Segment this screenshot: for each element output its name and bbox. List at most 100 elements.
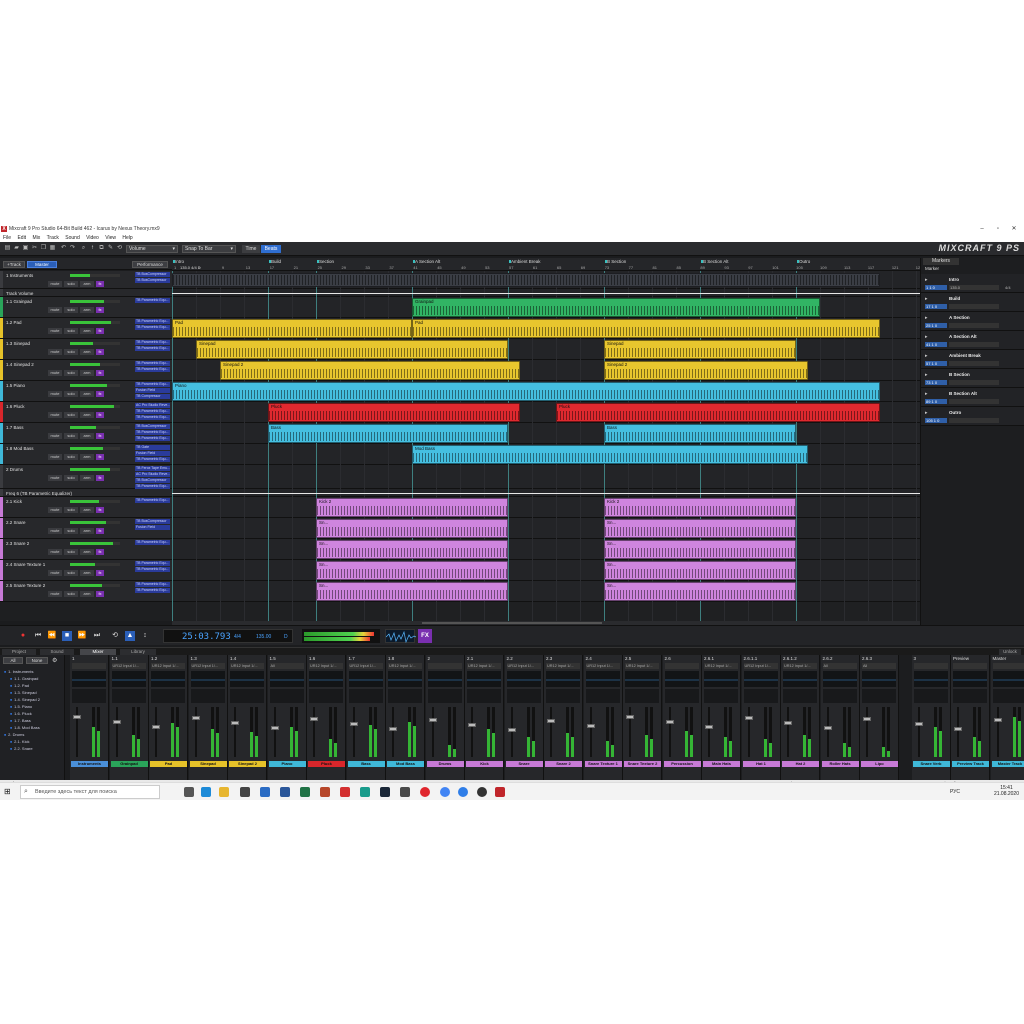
- marker-tempo[interactable]: [949, 399, 999, 404]
- audio-clip[interactable]: Sinepad 2: [604, 361, 808, 380]
- track-fx-button[interactable]: fx: [96, 391, 104, 397]
- audio-clip[interactable]: Piano: [172, 382, 880, 401]
- record-icon[interactable]: ●: [18, 631, 28, 641]
- fx-slots[interactable]: [467, 689, 501, 703]
- menu-help[interactable]: Help: [122, 235, 132, 241]
- mixer-tree-item[interactable]: 2.1. Kick: [10, 739, 29, 745]
- fader-knob[interactable]: [705, 725, 713, 729]
- solo-button[interactable]: solo: [64, 349, 78, 355]
- fx-slot[interactable]: TB Parametric Equ...: [135, 582, 170, 587]
- mixer-tree-item[interactable]: 1.6. Pluck: [10, 711, 32, 717]
- app-icon[interactable]: [458, 787, 468, 797]
- arm-button[interactable]: arm: [80, 349, 94, 355]
- solo-button[interactable]: solo: [64, 412, 78, 418]
- mute-button[interactable]: mute: [48, 328, 62, 334]
- mixer-tree-item[interactable]: 1.5. Piano: [10, 704, 32, 710]
- app-icon[interactable]: [477, 787, 487, 797]
- strip-label[interactable]: Drums: [426, 761, 464, 767]
- marker-position[interactable]: 1 1 0: [925, 285, 947, 290]
- mute-button[interactable]: mute: [48, 570, 62, 576]
- time-toggle[interactable]: Time: [242, 245, 260, 253]
- marker-name[interactable]: Ambient Break: [949, 353, 981, 358]
- fx-slot[interactable]: Fusion Field: [135, 451, 170, 456]
- solo-button[interactable]: solo: [64, 307, 78, 313]
- stop-icon[interactable]: ■: [62, 631, 72, 641]
- marker-name[interactable]: A Section: [949, 315, 970, 320]
- fx-slots[interactable]: [111, 689, 146, 703]
- fader-knob[interactable]: [626, 715, 634, 719]
- audio-clip[interactable]: Sn...: [604, 519, 796, 538]
- strip-label[interactable]: Instruments: [71, 761, 108, 767]
- eq-display[interactable]: [309, 671, 343, 687]
- fx-slot[interactable]: TB Parametric Equ...: [135, 588, 170, 593]
- track-fx-button[interactable]: fx: [96, 349, 104, 355]
- solo-button[interactable]: solo: [64, 328, 78, 334]
- mute-button[interactable]: mute: [48, 281, 62, 287]
- input-select[interactable]: UR12 Input 1/...: [348, 663, 383, 669]
- new-file-icon[interactable]: ▤: [4, 245, 11, 252]
- save-icon[interactable]: ▣: [22, 245, 29, 252]
- eq-display[interactable]: [230, 671, 264, 687]
- eq-display[interactable]: [111, 671, 146, 687]
- audio-clip[interactable]: Sn...: [604, 540, 796, 559]
- maximize-button[interactable]: ▫: [992, 224, 1004, 234]
- fx-slot[interactable]: TB BusCompressor: [135, 272, 170, 277]
- automation-select[interactable]: Volume: [126, 245, 178, 253]
- track-lane[interactable]: [172, 560, 920, 581]
- performance-button[interactable]: Performance: [132, 261, 168, 268]
- section-marker[interactable]: B Section Alt: [701, 259, 729, 264]
- solo-button[interactable]: solo: [64, 475, 78, 481]
- strip-label[interactable]: Hat 1: [742, 761, 780, 767]
- input-select[interactable]: UR12 Input 1/...: [111, 663, 146, 669]
- track-name[interactable]: 2.3 Snare 2: [6, 541, 29, 546]
- arm-button[interactable]: arm: [80, 591, 94, 597]
- fx-slots[interactable]: [625, 689, 659, 703]
- eq-display[interactable]: [913, 671, 948, 687]
- volume-fader[interactable]: [155, 707, 157, 757]
- track-lane[interactable]: [172, 518, 920, 539]
- strip-label[interactable]: Snare Texture 1: [584, 761, 622, 767]
- marker-name[interactable]: Build: [949, 296, 960, 301]
- fx-slots[interactable]: [862, 689, 896, 703]
- marker-tempo[interactable]: [949, 418, 999, 423]
- fx-slots[interactable]: [992, 689, 1024, 703]
- mixer-tree-item[interactable]: 1.1. Grainpad: [10, 676, 38, 682]
- powerpoint-icon[interactable]: [320, 787, 330, 797]
- fx-slots[interactable]: [506, 689, 541, 703]
- mixer-tree-item[interactable]: 1.8. Mod Bass: [10, 725, 40, 731]
- section-marker[interactable]: Ambient Break: [509, 259, 541, 264]
- marker-position[interactable]: 73 1 0: [925, 380, 947, 385]
- time-display[interactable]: 25:03.793 4/4 135.00 D: [163, 629, 293, 643]
- strip-label[interactable]: Master Track: [991, 761, 1024, 767]
- marker-row[interactable]: ▸ B Section 73 1 0: [921, 369, 1024, 388]
- input-select[interactable]: All: [269, 663, 304, 669]
- pencil-icon[interactable]: ✎: [107, 245, 114, 252]
- cut-icon[interactable]: ✂: [31, 245, 38, 252]
- fader-knob[interactable]: [547, 719, 555, 723]
- solo-button[interactable]: solo: [64, 391, 78, 397]
- marker-name[interactable]: Outro: [949, 410, 961, 415]
- input-select[interactable]: [953, 663, 987, 669]
- strip-label[interactable]: Grainpad: [110, 761, 148, 767]
- marker-position[interactable]: 89 1 0: [925, 399, 947, 404]
- play-marker-icon[interactable]: ▸: [925, 315, 928, 321]
- track-fx-button[interactable]: fx: [96, 281, 104, 287]
- volume-fader[interactable]: [747, 707, 750, 757]
- fx-slot[interactable]: TB Ferox Tape Emu...: [135, 466, 170, 471]
- solo-button[interactable]: solo: [64, 528, 78, 534]
- strip-label[interactable]: Snare 2: [545, 761, 582, 767]
- play-marker-icon[interactable]: ▸: [925, 410, 928, 416]
- strip-label[interactable]: Bass: [347, 761, 385, 767]
- mute-button[interactable]: mute: [48, 349, 62, 355]
- input-select[interactable]: [913, 663, 948, 669]
- show-all-button[interactable]: All: [3, 657, 23, 664]
- mute-button[interactable]: mute: [48, 307, 62, 313]
- track-header[interactable]: 1.6 Pluck mute solo arm fx AC Pro Studio …: [0, 402, 172, 423]
- marker-position[interactable]: 25 1 0: [925, 323, 947, 328]
- track-fx-button[interactable]: fx: [96, 307, 104, 313]
- fx-slots[interactable]: [743, 689, 778, 703]
- track-name[interactable]: 2.4 Snare Texture 1: [6, 562, 45, 567]
- volume-fader[interactable]: [668, 707, 671, 757]
- eq-display[interactable]: [546, 671, 580, 687]
- play-marker-icon[interactable]: ▸: [925, 277, 928, 283]
